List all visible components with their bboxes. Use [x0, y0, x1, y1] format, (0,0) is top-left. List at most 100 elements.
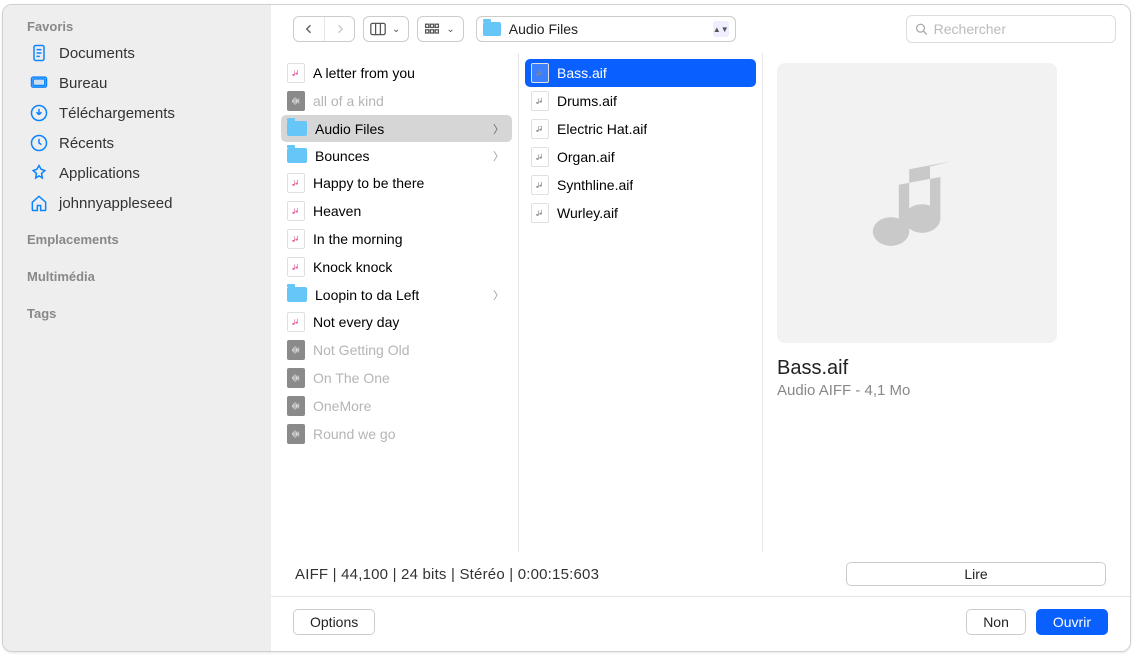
audio-info-text: AIFF | 44,100 | 24 bits | Stéréo | 0:00:…: [295, 566, 599, 583]
sidebar: Favoris Documents Bureau Téléchargements: [3, 5, 271, 651]
search-input[interactable]: [934, 21, 1107, 37]
list-item-label: Bass.aif: [557, 65, 607, 81]
updown-icon: ▲▼: [713, 21, 729, 37]
sidebar-item-home[interactable]: johnnyappleseed: [3, 188, 271, 218]
list-item-label: Drums.aif: [557, 93, 617, 109]
audio-file-icon: [531, 91, 549, 111]
view-columns-button[interactable]: ⌄: [363, 16, 409, 42]
chevron-right-icon: 〉: [493, 121, 504, 137]
home-icon: [29, 193, 49, 213]
list-item[interactable]: Audio Files 〉: [281, 115, 512, 142]
list-item[interactable]: Bounces〉: [281, 142, 512, 169]
sidebar-item-label: Bureau: [59, 75, 107, 92]
sidebar-item-label: Téléchargements: [59, 105, 175, 122]
list-item-label: Loopin to da Left: [315, 287, 419, 303]
view-grid-button[interactable]: ⌄: [417, 16, 463, 42]
cancel-button[interactable]: Non: [966, 609, 1026, 635]
sidebar-item-label: johnnyappleseed: [59, 195, 172, 212]
list-item[interactable]: In the morning: [281, 225, 512, 253]
desktop-icon: [29, 73, 49, 93]
document-icon: [29, 43, 49, 63]
project-file-icon: [287, 91, 305, 111]
project-file-icon: [287, 424, 305, 444]
preview-thumbnail: [777, 63, 1057, 343]
folder-icon: [287, 287, 307, 302]
list-item-label: Heaven: [313, 203, 361, 219]
audio-info-bar: AIFF | 44,100 | 24 bits | Stéréo | 0:00:…: [271, 552, 1130, 596]
music-file-icon: [287, 229, 305, 249]
chevron-down-icon: ⌄: [444, 24, 456, 35]
search-field[interactable]: [906, 15, 1116, 43]
path-popup[interactable]: Audio Files ▲▼: [476, 16, 736, 42]
column-2[interactable]: Bass.aif Drums.aif Electric Hat.aif Organ.a…: [519, 53, 763, 552]
sidebar-item-label: Récents: [59, 135, 114, 152]
music-file-icon: [287, 63, 305, 83]
list-item-label: Not Getting Old: [313, 342, 410, 358]
column-1[interactable]: A letter from you all of a kind Audio File…: [271, 53, 519, 552]
sidebar-item-telechargements[interactable]: Téléchargements: [3, 98, 271, 128]
open-button[interactable]: Ouvrir: [1036, 609, 1108, 635]
list-item-label: Round we go: [313, 426, 396, 442]
options-button[interactable]: Options: [293, 609, 375, 635]
list-item[interactable]: Not every day: [281, 308, 512, 336]
list-item[interactable]: Happy to be there: [281, 169, 512, 197]
sidebar-item-bureau[interactable]: Bureau: [3, 68, 271, 98]
nav-back-forward: [293, 16, 355, 42]
chevron-right-icon: 〉: [493, 287, 504, 303]
list-item[interactable]: Not Getting Old: [281, 336, 512, 364]
music-file-icon: [287, 173, 305, 193]
list-item-label: Not every day: [313, 314, 399, 330]
list-item[interactable]: Heaven: [281, 197, 512, 225]
list-item[interactable]: Electric Hat.aif: [525, 115, 756, 143]
sidebar-item-documents[interactable]: Documents: [3, 38, 271, 68]
list-item-label: Happy to be there: [313, 175, 424, 191]
sidebar-item-label: Applications: [59, 165, 140, 182]
list-item[interactable]: OneMore: [281, 392, 512, 420]
project-file-icon: [287, 396, 305, 416]
list-item[interactable]: Round we go: [281, 420, 512, 448]
list-item[interactable]: Drums.aif: [525, 87, 756, 115]
sidebar-item-label: Documents: [59, 45, 135, 62]
project-file-icon: [287, 340, 305, 360]
path-label: Audio Files: [509, 21, 705, 37]
applications-icon: [29, 163, 49, 183]
forward-button[interactable]: [324, 17, 354, 41]
audio-file-icon: [531, 119, 549, 139]
sidebar-section-emplacements: Emplacements: [3, 228, 271, 251]
project-file-icon: [287, 368, 305, 388]
audio-file-icon: [531, 175, 549, 195]
list-item-label: Knock knock: [313, 259, 392, 275]
sidebar-section-multimedia: Multimédia: [3, 265, 271, 288]
list-item-label: OneMore: [313, 398, 371, 414]
chevron-right-icon: 〉: [493, 148, 504, 164]
preview-meta: Audio AIFF - 4,1 Mo: [777, 382, 1112, 399]
list-item-label: all of a kind: [313, 93, 384, 109]
list-item[interactable]: all of a kind: [281, 87, 512, 115]
list-item[interactable]: Organ.aif: [525, 143, 756, 171]
preview-pane: Bass.aif Audio AIFF - 4,1 Mo: [763, 53, 1130, 552]
list-item-label: Wurley.aif: [557, 205, 618, 221]
list-item-label: Electric Hat.aif: [557, 121, 647, 137]
search-icon: [915, 22, 928, 36]
list-item-label: Audio Files: [315, 121, 384, 137]
sidebar-item-recents[interactable]: Récents: [3, 128, 271, 158]
list-item-label: Synthline.aif: [557, 177, 633, 193]
list-item[interactable]: Wurley.aif: [525, 199, 756, 227]
folder-icon: [287, 121, 307, 136]
audio-file-icon: [531, 203, 549, 223]
list-item-label: A letter from you: [313, 65, 415, 81]
list-item-label: In the morning: [313, 231, 403, 247]
folder-icon: [483, 22, 501, 36]
play-button[interactable]: Lire: [846, 562, 1106, 586]
list-item[interactable]: Knock knock: [281, 253, 512, 281]
sidebar-item-applications[interactable]: Applications: [3, 158, 271, 188]
back-button[interactable]: [294, 17, 324, 41]
download-icon: [29, 103, 49, 123]
music-note-icon: [852, 138, 982, 268]
list-item[interactable]: Bass.aif: [525, 59, 756, 87]
list-item-label: Organ.aif: [557, 149, 615, 165]
list-item[interactable]: On The One: [281, 364, 512, 392]
list-item[interactable]: Synthline.aif: [525, 171, 756, 199]
list-item[interactable]: A letter from you: [281, 59, 512, 87]
list-item[interactable]: Loopin to da Left 〉: [281, 281, 512, 308]
